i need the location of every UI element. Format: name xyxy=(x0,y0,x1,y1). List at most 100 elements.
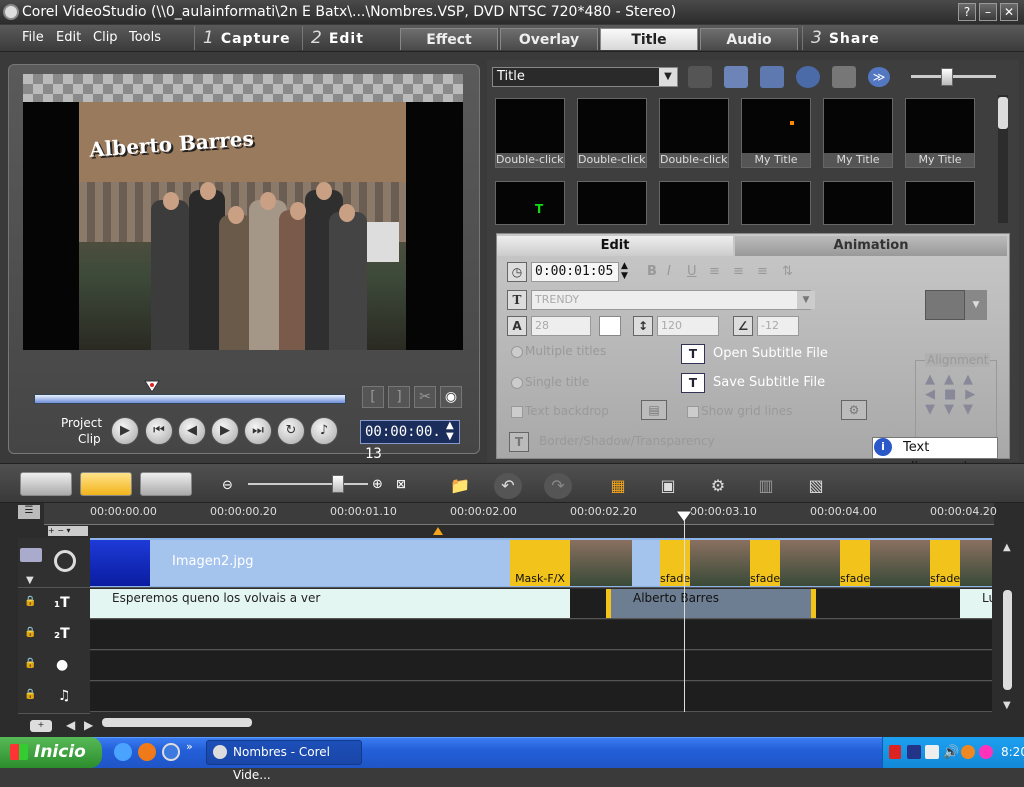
photo-clip[interactable] xyxy=(780,540,840,586)
chevron-down-icon[interactable]: ▼ xyxy=(965,290,987,320)
clip-label[interactable]: Clip xyxy=(78,432,101,446)
tab-edit[interactable]: Edit xyxy=(497,236,733,256)
line-spacing-select[interactable]: 120 xyxy=(657,316,719,336)
library-manager-icon[interactable] xyxy=(832,66,856,88)
title-thumbnail[interactable] xyxy=(741,181,811,225)
speaker-icon[interactable]: 🔊 xyxy=(943,745,959,760)
alignment-grid-icon[interactable]: ▲▲▲ ◀■▶ ▼▼▼ xyxy=(925,372,984,417)
undo-icon[interactable]: ↶ xyxy=(494,473,522,499)
duration-input[interactable]: 0:00:01:05 xyxy=(531,262,619,282)
chevron-right-icon[interactable]: » xyxy=(186,740,193,753)
zoom-out-icon[interactable]: ⊖ xyxy=(222,478,233,493)
show-grid-label[interactable]: Show grid lines xyxy=(701,404,792,418)
device-icon[interactable] xyxy=(925,745,939,759)
previous-frame-icon[interactable]: ◀ xyxy=(178,417,206,445)
title-thumbnail[interactable]: My Title xyxy=(905,98,975,168)
sfade-transition[interactable]: sfade xyxy=(840,540,870,586)
align-right-icon[interactable]: ≡ xyxy=(757,264,768,279)
angle-input[interactable]: -12 xyxy=(757,316,799,336)
lock-icon[interactable]: 🔒 xyxy=(24,658,36,669)
preview-scrub-bar[interactable] xyxy=(34,394,346,404)
smart-proxy-icon[interactable]: ▦ xyxy=(604,473,632,499)
firefox-icon[interactable] xyxy=(138,743,156,761)
title-thumbnail[interactable]: Double-click... xyxy=(495,98,565,168)
next-frame-icon[interactable]: ▶ xyxy=(211,417,239,445)
library-category-dropdown[interactable]: Title ▼ xyxy=(492,67,678,87)
scrub-handle-icon[interactable] xyxy=(144,380,160,394)
network-icon[interactable] xyxy=(907,745,921,759)
tab-audio[interactable]: Audio xyxy=(700,28,798,50)
fit-project-icon[interactable]: ⊠ xyxy=(396,477,406,491)
timecode-display[interactable]: 00:00:00. 13 xyxy=(360,420,460,462)
font-size-select[interactable]: 28 xyxy=(531,316,591,336)
batch-convert-icon[interactable]: ▣ xyxy=(654,473,682,499)
sort-icon[interactable] xyxy=(724,66,748,88)
text-backdrop-label[interactable]: Text backdrop xyxy=(525,404,609,418)
menu-clip[interactable]: Clip xyxy=(93,30,118,45)
chevron-down-icon[interactable]: ▼ xyxy=(797,291,815,309)
close-button[interactable]: ✕ xyxy=(1000,3,1018,21)
folder-icon[interactable] xyxy=(688,66,712,88)
title-thumbnail[interactable] xyxy=(823,181,893,225)
taskbar-window-button[interactable]: Nombres - Corel Vide... xyxy=(206,740,362,782)
photo-clip[interactable] xyxy=(870,540,930,586)
selected-title-clip[interactable]: Alberto Barres xyxy=(606,589,816,618)
font-color-swatch[interactable] xyxy=(599,316,621,336)
title-thumbnail[interactable] xyxy=(905,181,975,225)
minimize-button[interactable]: – xyxy=(979,3,997,21)
go-start-icon[interactable]: ⏮ xyxy=(145,417,173,445)
timeline-view-button[interactable] xyxy=(80,472,132,496)
quicklaunch-icon[interactable] xyxy=(162,743,180,761)
open-subtitle-label[interactable]: Open Subtitle File xyxy=(713,346,828,361)
chevron-down-icon[interactable]: ▼ xyxy=(659,68,677,86)
preview-screen[interactable]: Alberto Barres xyxy=(23,74,463,350)
multiple-titles-radio[interactable] xyxy=(511,346,523,358)
project-label[interactable]: Project xyxy=(61,416,102,430)
duration-spinner-icon[interactable]: ▲ ▼ xyxy=(621,261,628,281)
audio-mixer-icon[interactable]: ▥ xyxy=(752,473,780,499)
title-thumbnail[interactable]: Double-click... xyxy=(577,98,647,168)
thumbnail-size-slider-thumb[interactable] xyxy=(941,68,953,86)
text-backdrop-checkbox[interactable] xyxy=(511,406,523,418)
timeline-horizontal-scrollbar-thumb[interactable] xyxy=(102,718,252,727)
photo-clip[interactable] xyxy=(570,540,632,586)
step-capture[interactable]: 1 Capture xyxy=(194,26,300,50)
zoom-slider[interactable] xyxy=(248,483,368,485)
redo-icon[interactable]: ↷ xyxy=(544,473,572,499)
border-shadow-label[interactable]: Border/Shadow/Transparency xyxy=(539,434,715,448)
track-toggle-icon[interactable] xyxy=(20,548,42,562)
track-manager-icon[interactable]: ⚙ xyxy=(704,473,732,499)
mark-in-button[interactable]: [ xyxy=(362,386,384,408)
open-subtitle-icon[interactable]: T xyxy=(681,344,705,364)
globe-icon[interactable] xyxy=(796,66,820,88)
title-thumbnail[interactable]: T xyxy=(495,181,565,225)
show-grid-checkbox[interactable] xyxy=(687,406,699,418)
title-thumbnail[interactable] xyxy=(577,181,647,225)
chapter-point-icon[interactable]: ▧ xyxy=(802,473,830,499)
menu-edit[interactable]: Edit xyxy=(56,30,81,45)
scroll-up-icon[interactable]: ▲ xyxy=(1003,542,1011,553)
title-clip[interactable]: Esperemos queno los volvais a ver xyxy=(90,589,570,618)
tab-overlay[interactable]: Overlay xyxy=(500,28,598,50)
title-thumbnail[interactable]: Double-click... xyxy=(659,98,729,168)
timecode-spinner-icon[interactable]: ▲ ▼ xyxy=(446,420,454,442)
mask-transition[interactable]: Mask-F/X xyxy=(510,540,570,586)
zoom-in-icon[interactable]: ⊕ xyxy=(372,477,383,492)
video-clip[interactable] xyxy=(90,540,150,586)
lock-icon[interactable]: 🔒 xyxy=(24,689,36,700)
start-button[interactable]: Inicio xyxy=(0,737,102,768)
insert-media-icon[interactable]: 📁 xyxy=(446,473,474,499)
scroll-right-icon[interactable]: ▶ xyxy=(84,718,93,732)
save-subtitle-label[interactable]: Save Subtitle File xyxy=(713,375,825,390)
timeline-ruler[interactable]: 00:00:00.00 00:00:00.20 00:00:01.10 00:0… xyxy=(44,503,997,525)
volume-icon[interactable]: ♪ xyxy=(310,417,338,445)
ie-icon[interactable] xyxy=(114,743,132,761)
clock[interactable]: 8:20 xyxy=(1001,745,1024,759)
scroll-down-icon[interactable]: ▼ xyxy=(1003,700,1011,711)
library-scrollbar-thumb[interactable] xyxy=(998,97,1008,129)
image-clip[interactable]: Imagen2.jpg xyxy=(150,540,510,586)
calendar-icon[interactable] xyxy=(760,66,784,88)
sfade-transition[interactable]: sfade xyxy=(660,540,690,586)
border-shadow-icon[interactable]: T xyxy=(509,432,529,452)
title-thumbnail[interactable]: My Title xyxy=(823,98,893,168)
